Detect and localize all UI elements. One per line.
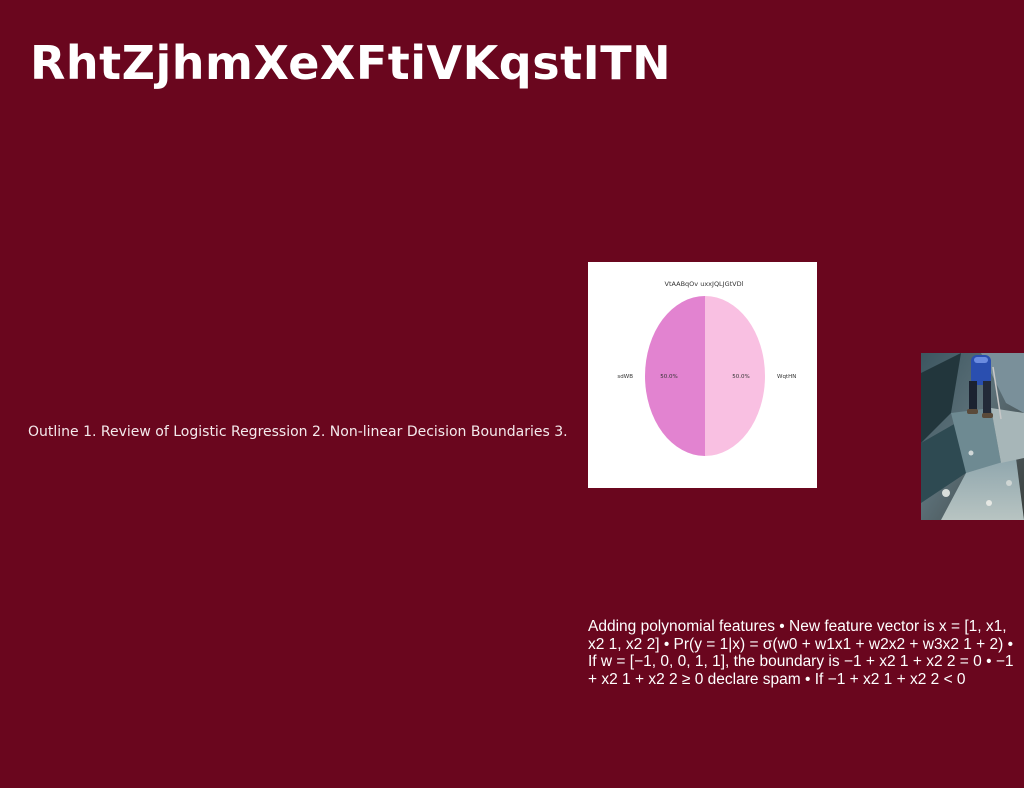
outline-text: Outline 1. Review of Logistic Regression… <box>28 424 568 440</box>
photo-hiker-rocks <box>921 353 1024 520</box>
pie-value-label: 50.0% <box>732 374 749 380</box>
pie-category-label: WqtHN <box>777 374 796 380</box>
pie-category-label: sdWB <box>617 374 633 380</box>
pie-chart: VtAABqOv uxxJQLJGtVDl 50.0% WqtHN 50.0% sdW… <box>617 280 796 456</box>
pie-value-label: 50.0% <box>660 374 677 380</box>
slide-title: RhtZjhmXeXFtiVKqstITN <box>30 36 672 90</box>
photo-image <box>921 353 1024 520</box>
body-text: Adding polynomial features • New feature… <box>588 618 1014 688</box>
pie-chart-card: VtAABqOv uxxJQLJGtVDl 50.0% WqtHN 50.0% sdW… <box>588 262 817 488</box>
chart-title: VtAABqOv uxxJQLJGtVDl <box>665 280 744 288</box>
